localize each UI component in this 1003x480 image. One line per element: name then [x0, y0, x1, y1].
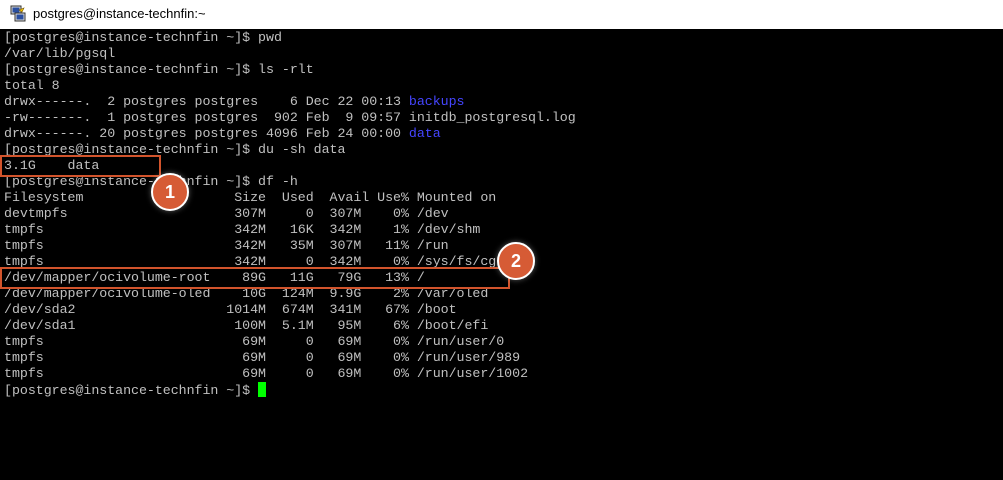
terminal-line: [postgres@instance-technfin ~]$ pwd: [4, 30, 576, 46]
terminal-line-text: /dev/sda2 1014M 674M 341M 67% /boot: [4, 302, 457, 317]
terminal-line: /dev/sda2 1014M 674M 341M 67% /boot: [4, 302, 576, 318]
highlight-box-root-volume: [0, 267, 510, 289]
terminal-line: tmpfs 69M 0 69M 0% /run/user/1002: [4, 366, 576, 382]
terminal-line-text: total 8: [4, 78, 60, 93]
directory-name: backups: [408, 94, 465, 109]
window-title: postgres@instance-technfin:~: [33, 6, 206, 21]
terminal-line-text: tmpfs 69M 0 69M 0% /run/user/989: [4, 350, 521, 365]
highlight-box-du-output: [0, 155, 161, 177]
terminal-line: tmpfs 342M 35M 307M 11% /run: [4, 238, 576, 254]
terminal-line: /var/lib/pgsql: [4, 46, 576, 62]
terminal-line: tmpfs 69M 0 69M 0% /run/user/989: [4, 350, 576, 366]
terminal-line: tmpfs 69M 0 69M 0% /run/user/0: [4, 334, 576, 350]
directory-name: data: [408, 126, 441, 141]
terminal-line: total 8: [4, 78, 576, 94]
terminal-cursor: [258, 382, 267, 397]
window-titlebar[interactable]: postgres@instance-technfin:~: [0, 0, 1003, 28]
terminal-line-text: [postgres@instance-technfin ~]$ ls -rlt: [4, 62, 314, 77]
terminal-line: [postgres@instance-technfin ~]$: [4, 382, 576, 398]
terminal-line: Filesystem Size Used Avail Use% Mounted …: [4, 190, 576, 206]
terminal-line-text: tmpfs 69M 0 69M 0% /run/user/1002: [4, 366, 529, 381]
annotation-badge-2: 2: [497, 242, 535, 280]
terminal-output: [postgres@instance-technfin ~]$ pwd/var/…: [4, 30, 576, 398]
terminal-line-text: tmpfs 342M 16K 342M 1% /dev/shm: [4, 222, 481, 237]
terminal-area[interactable]: [postgres@instance-technfin ~]$ pwd/var/…: [0, 29, 1003, 480]
terminal-line-text: [postgres@instance-technfin ~]$ pwd: [4, 30, 282, 45]
terminal-line: -rw-------. 1 postgres postgres 902 Feb …: [4, 110, 576, 126]
terminal-line: drwx------. 2 postgres postgres 6 Dec 22…: [4, 94, 576, 110]
terminal-line: devtmpfs 307M 0 307M 0% /dev: [4, 206, 576, 222]
terminal-line-text: tmpfs 69M 0 69M 0% /run/user/0: [4, 334, 505, 349]
terminal-line: /dev/sda1 100M 5.1M 95M 6% /boot/efi: [4, 318, 576, 334]
terminal-line: tmpfs 342M 16K 342M 1% /dev/shm: [4, 222, 576, 238]
terminal-line-text: drwx------. 20 postgres postgres 4096 Fe…: [4, 126, 409, 141]
putty-icon: [10, 5, 26, 22]
terminal-line-text: tmpfs 342M 35M 307M 11% /run: [4, 238, 449, 253]
terminal-line-text: Filesystem Size Used Avail Use% Mounted …: [4, 190, 497, 205]
terminal-line-text: [postgres@instance-technfin ~]$: [4, 383, 259, 398]
annotation-badge-1: 1: [151, 173, 189, 211]
terminal-line-text: devtmpfs 307M 0 307M 0% /dev: [4, 206, 449, 221]
terminal-line-text: /var/lib/pgsql: [4, 46, 116, 61]
terminal-line-text: drwx------. 2 postgres postgres 6 Dec 22…: [4, 94, 409, 109]
terminal-line: [postgres@instance-technfin ~]$ ls -rlt: [4, 62, 576, 78]
terminal-line-text: -rw-------. 1 postgres postgres 902 Feb …: [4, 110, 576, 125]
terminal-line: drwx------. 20 postgres postgres 4096 Fe…: [4, 126, 576, 142]
terminal-line-text: /dev/sda1 100M 5.1M 95M 6% /boot/efi: [4, 318, 489, 333]
